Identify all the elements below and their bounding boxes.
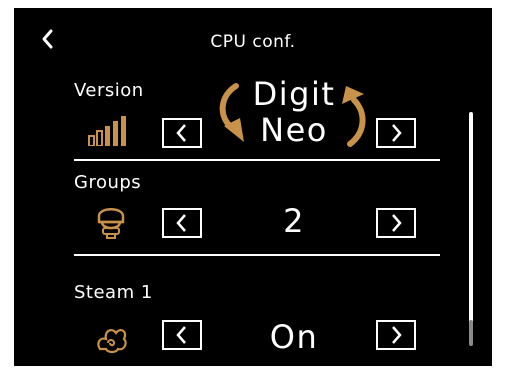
groups-label: Groups [74,172,142,193]
version-value-line2: Neo [260,111,328,149]
page-title: CPU conf. [210,32,296,52]
chevron-left-icon [176,124,186,142]
version-value-line1: Digit [252,75,336,113]
divider [74,159,440,161]
version-next-button[interactable] [376,118,416,148]
steam-1-prev-button[interactable] [162,320,202,350]
steam-1-value: On [269,318,319,356]
scrollbar-track[interactable] [469,112,473,340]
scrollbar-thumb[interactable] [469,320,473,346]
version-value: Digit Neo [224,76,364,148]
chevron-left-icon [176,214,186,232]
chevron-left-icon [176,326,186,344]
steam-1-next-button[interactable] [376,320,416,350]
groups-next-button[interactable] [376,208,416,238]
signal-bars-icon [88,116,126,146]
divider [74,254,440,256]
chevron-right-icon [392,124,402,142]
chevron-right-icon [392,326,402,344]
cpu-config-screen: CPU conf. Version Digit Neo Groups 2 Ste… [14,8,492,366]
group-head-icon [97,208,125,239]
steam-1-label: Steam 1 [74,282,153,303]
groups-value: 2 [283,202,305,240]
steam-icon [97,329,127,354]
groups-prev-button[interactable] [162,208,202,238]
chevron-right-icon [392,214,402,232]
version-label: Version [74,80,144,101]
version-prev-button[interactable] [162,118,202,148]
